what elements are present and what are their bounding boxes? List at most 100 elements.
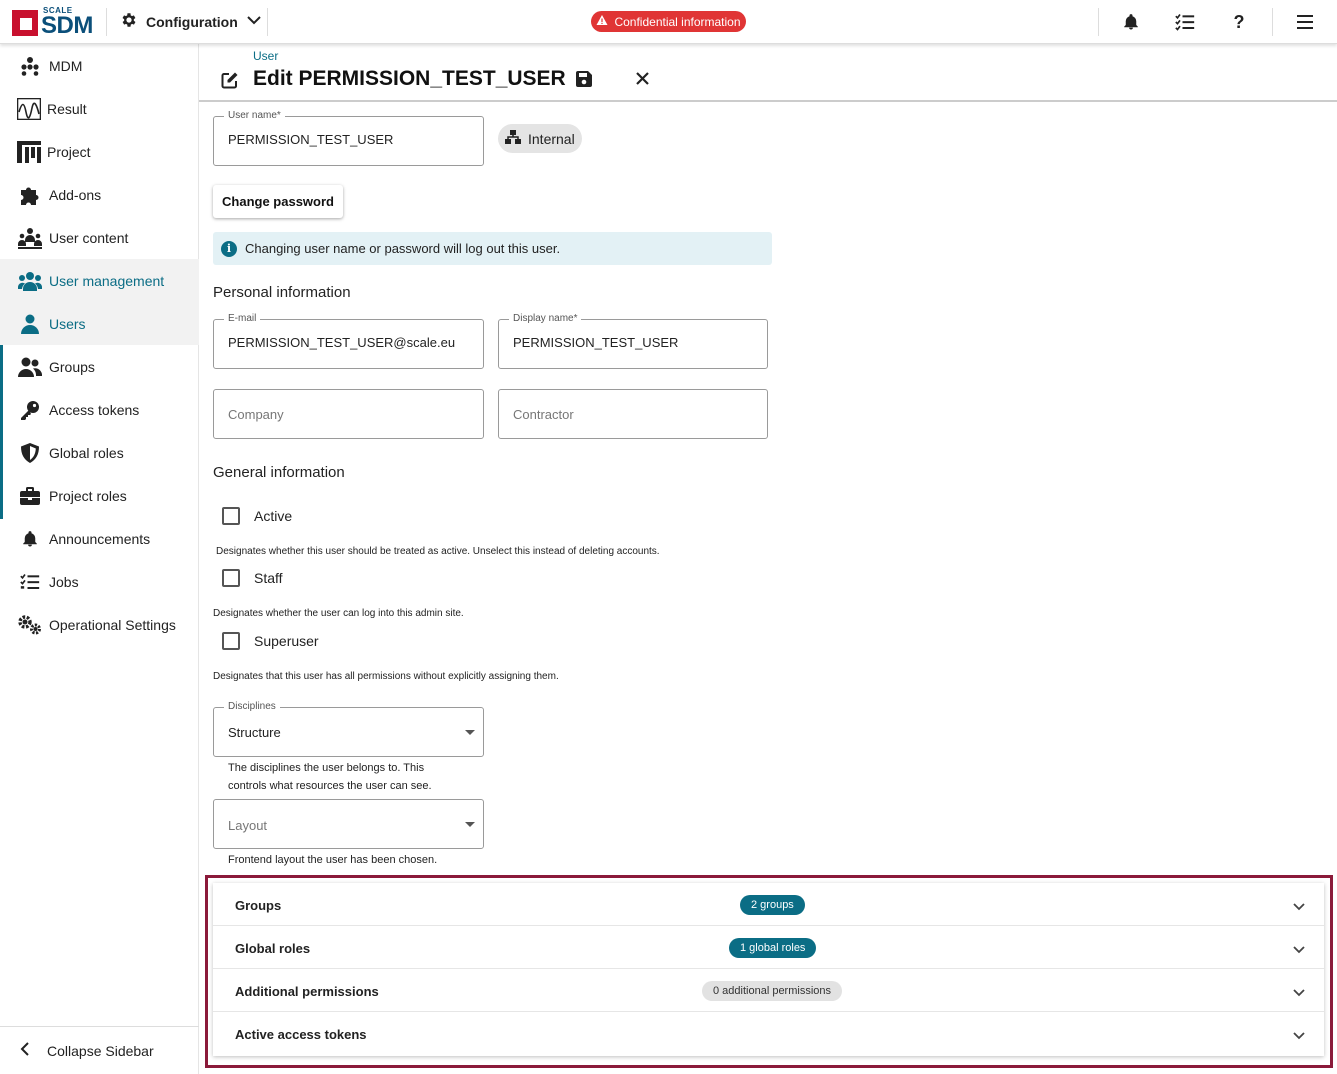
briefcase-icon <box>18 484 42 508</box>
sidebar-item-label: Access tokens <box>49 401 140 418</box>
panel-active-access-tokens[interactable]: Active access tokens <box>213 1012 1324 1055</box>
disciplines-help-line2: controls what resources the user can see… <box>228 780 432 792</box>
sidebar-item-label: Project <box>47 143 91 160</box>
edit-icon <box>221 71 239 94</box>
groups-count-badge: 2 groups <box>740 895 805 915</box>
sidebar-item-label: Operational Settings <box>49 616 176 633</box>
sidebar-item-users[interactable]: Users <box>0 302 199 345</box>
sidebar-item-jobs[interactable]: Jobs <box>0 560 199 603</box>
dropdown-caret-icon <box>465 730 475 735</box>
superuser-hint: Designates that this user has all permis… <box>213 671 559 682</box>
active-checkbox-row[interactable]: Active <box>222 507 292 525</box>
sidebar-item-project[interactable]: Project <box>0 130 199 173</box>
panel-title: Groups <box>235 898 282 913</box>
sidebar-item-access-tokens[interactable]: Access tokens <box>0 388 199 431</box>
expansion-panels: Groups 2 groups Global roles 1 global ro… <box>213 883 1324 1056</box>
close-icon[interactable] <box>636 72 649 90</box>
sidebar-item-label: Add-ons <box>49 186 102 203</box>
panel-global-roles[interactable]: Global roles 1 global roles <box>213 926 1324 969</box>
sidebar-item-label: User management <box>49 272 165 289</box>
sidebar-item-announcements[interactable]: Announcements <box>0 517 199 560</box>
sidebar-item-label: Project roles <box>49 487 127 504</box>
disciplines-help: The disciplines the user belongs to. Thi… <box>228 759 432 795</box>
confidential-badge: Confidential information <box>591 11 746 32</box>
email-value: PERMISSION_TEST_USER@scale.eu <box>228 335 456 350</box>
sidebar-item-label: Global roles <box>49 444 124 461</box>
divider <box>106 8 107 36</box>
hamburger-menu-icon[interactable] <box>1293 10 1317 34</box>
sidebar-item-label: User content <box>49 229 129 246</box>
superuser-checkbox[interactable] <box>222 632 240 650</box>
sidebar-item-user-management[interactable]: User management <box>0 259 199 302</box>
collapse-sidebar-button[interactable]: Collapse Sidebar <box>0 1026 199 1074</box>
active-checkbox[interactable] <box>222 507 240 525</box>
divider <box>1098 8 1099 36</box>
sitemap-icon <box>18 54 42 78</box>
sidebar-item-label: Announcements <box>49 530 151 547</box>
panel-groups[interactable]: Groups 2 groups <box>213 883 1324 926</box>
divider <box>1272 8 1273 36</box>
superuser-label: Superuser <box>254 633 319 649</box>
display-name-value: PERMISSION_TEST_USER <box>513 335 679 350</box>
panel-additional-permissions[interactable]: Additional permissions 0 additional perm… <box>213 969 1324 1012</box>
sidebar-item-user-content[interactable]: User content <box>0 216 199 259</box>
contractor-field[interactable]: Contractor <box>498 389 768 439</box>
breadcrumb[interactable]: User <box>253 49 278 63</box>
users-content-icon <box>18 226 42 250</box>
staff-checkbox[interactable] <box>222 569 240 587</box>
disciplines-label: Disciplines <box>224 701 280 712</box>
task-list-icon[interactable] <box>1173 10 1197 34</box>
top-bar: SCALE SDM Configuration Confidential inf… <box>0 0 1337 44</box>
sidebar-item-mdm[interactable]: MDM <box>0 44 199 87</box>
username-value: PERMISSION_TEST_USER <box>228 132 394 147</box>
sidebar-item-groups[interactable]: Groups <box>0 345 199 388</box>
panel-title: Active access tokens <box>235 1027 367 1042</box>
personal-information-heading: Personal information <box>213 284 351 301</box>
group-icon <box>18 355 42 379</box>
username-label: User name* <box>224 110 285 121</box>
sidebar-item-label: Groups <box>49 358 95 375</box>
staff-hint: Designates whether the user can log into… <box>213 608 464 619</box>
layout-help: Frontend layout the user has been chosen… <box>228 854 438 866</box>
chevron-down-icon <box>246 12 262 31</box>
header-divider <box>199 100 1337 102</box>
company-placeholder: Company <box>228 407 284 422</box>
sidebar-item-add-ons[interactable]: Add-ons <box>0 173 199 216</box>
disciplines-select[interactable]: Disciplines Structure <box>213 701 484 757</box>
username-field[interactable]: User name* PERMISSION_TEST_USER <box>213 110 484 166</box>
chevron-down-icon <box>1293 1032 1305 1040</box>
scale-sdm-logo[interactable]: SCALE SDM <box>12 6 93 39</box>
bell-icon[interactable] <box>1119 10 1143 34</box>
display-name-field[interactable]: Display name* PERMISSION_TEST_USER <box>498 313 768 369</box>
general-information-heading: General information <box>213 464 345 481</box>
key-icon <box>18 398 42 422</box>
sidebar-item-label: Jobs <box>49 573 79 590</box>
active-hint: Designates whether this user should be t… <box>216 546 660 557</box>
sidebar-item-label: Result <box>47 100 87 117</box>
superuser-checkbox-row[interactable]: Superuser <box>222 632 319 650</box>
sidebar-item-result[interactable]: Result <box>0 87 199 130</box>
puzzle-icon <box>18 183 42 207</box>
sidebar-item-operational-settings[interactable]: Operational Settings <box>0 603 199 646</box>
save-icon[interactable] <box>576 71 592 92</box>
disciplines-help-line1: The disciplines the user belongs to. Thi… <box>228 762 425 774</box>
configuration-menu[interactable]: Configuration <box>120 11 262 32</box>
sidebar-item-global-roles[interactable]: Global roles <box>0 431 199 474</box>
internal-chip: Internal <box>498 124 582 153</box>
company-field[interactable]: Company <box>213 389 484 439</box>
bell-icon <box>18 527 42 551</box>
info-banner: i Changing user name or password will lo… <box>213 232 772 265</box>
collapse-sidebar-label: Collapse Sidebar <box>47 1042 154 1059</box>
layout-select[interactable]: Layout <box>213 799 484 849</box>
users-icon <box>18 269 42 293</box>
sidebar-item-project-roles[interactable]: Project roles <box>0 474 199 517</box>
gear-icon <box>120 11 138 32</box>
help-icon[interactable]: ? <box>1227 10 1251 34</box>
panel-title: Additional permissions <box>235 984 379 999</box>
change-password-button[interactable]: Change password <box>213 185 343 218</box>
dropdown-caret-icon <box>465 822 475 827</box>
staff-checkbox-row[interactable]: Staff <box>222 569 283 587</box>
project-bars-icon <box>17 140 41 164</box>
info-icon: i <box>221 240 237 257</box>
email-field[interactable]: E-mail PERMISSION_TEST_USER@scale.eu <box>213 313 484 369</box>
